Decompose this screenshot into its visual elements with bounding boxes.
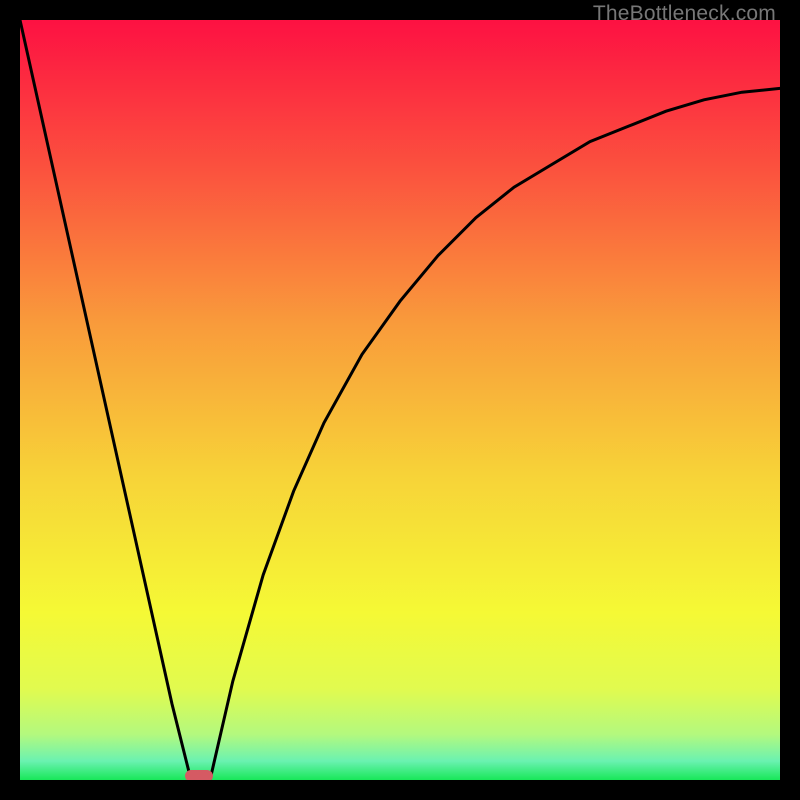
plot-area bbox=[20, 20, 780, 780]
watermark: TheBottleneck.com bbox=[593, 2, 776, 26]
min-marker bbox=[185, 770, 213, 780]
bottleneck-curve bbox=[20, 20, 780, 780]
